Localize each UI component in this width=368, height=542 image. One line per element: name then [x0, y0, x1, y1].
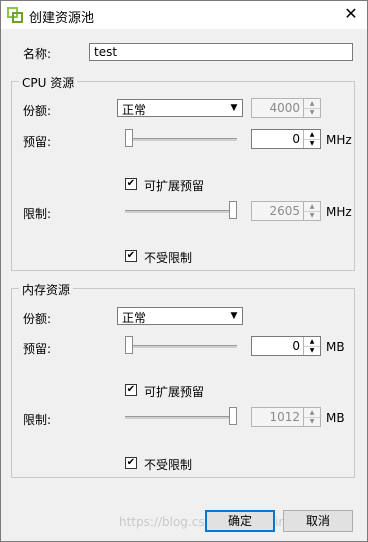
memory-reservation-unit: MB — [326, 340, 345, 354]
cpu-unlimited-checkbox[interactable]: ✔ — [125, 250, 137, 262]
memory-limit-spin: 1012 ▲ ▼ — [251, 407, 321, 427]
cpu-reservation-spin[interactable]: 0 ▲ ▼ — [251, 129, 321, 149]
slider-thumb — [229, 407, 237, 425]
memory-expandable-label: 可扩展预留 — [144, 385, 205, 399]
cpu-unlimited-label: 不受限制 — [144, 251, 193, 265]
memory-reservation-slider[interactable] — [125, 336, 237, 356]
cpu-limit-unit: MHz — [326, 205, 352, 219]
chevron-down-icon: ▼ — [230, 311, 238, 321]
cpu-shares-value: 正常 — [122, 103, 147, 117]
memory-limit-unit: MB — [326, 411, 345, 425]
slider-thumb — [229, 201, 237, 219]
memory-shares-value: 正常 — [122, 311, 147, 325]
name-input[interactable]: test — [89, 43, 353, 61]
spin-down-icon: ▼ — [309, 212, 315, 219]
slider-track — [125, 210, 237, 213]
cancel-button[interactable]: 取消 — [283, 510, 353, 532]
ok-button[interactable]: 确定 — [205, 510, 275, 532]
memory-expandable-checkbox[interactable]: ✔ — [125, 384, 137, 396]
memory-reservation-spin[interactable]: 0 ▲ ▼ — [251, 336, 321, 356]
name-label: 名称: — [23, 47, 52, 61]
memory-reservation-label: 预留: — [23, 342, 52, 356]
spin-down-icon: ▼ — [309, 109, 315, 116]
chevron-down-icon: ▼ — [230, 103, 238, 113]
slider-thumb[interactable] — [125, 336, 133, 354]
memory-group-title: 内存资源 — [19, 281, 74, 298]
memory-limit-label: 限制: — [23, 413, 52, 427]
slider-thumb[interactable] — [125, 129, 133, 147]
cpu-limit-slider — [125, 201, 237, 221]
cpu-reservation-slider[interactable] — [125, 129, 237, 149]
cpu-expandable-checkbox[interactable]: ✔ — [125, 178, 137, 190]
cpu-reservation-label: 预留: — [23, 135, 52, 149]
window-title: 创建资源池 — [29, 11, 95, 26]
cpu-group-title: CPU 资源 — [19, 74, 78, 91]
memory-shares-select[interactable]: 正常 ▼ — [117, 307, 243, 325]
memory-unlimited-checkbox[interactable]: ✔ — [125, 457, 137, 469]
memory-limit-value: 1012 — [269, 410, 300, 424]
vmware-logo-icon — [7, 7, 23, 23]
title-bar[interactable]: 创建资源池 ✕ — [1, 1, 367, 29]
cpu-expandable-label: 可扩展预留 — [144, 179, 205, 193]
slider-track — [125, 345, 237, 348]
memory-reservation-value: 0 — [292, 339, 300, 353]
dialog-window: 创建资源池 ✕ 名称: test CPU 资源 份额: 正常 ▼ 4000 ▲ ▼… — [0, 0, 368, 542]
spin-down-icon[interactable]: ▼ — [304, 139, 320, 148]
slider-track — [125, 416, 237, 419]
cpu-reservation-unit: MHz — [326, 133, 352, 147]
memory-shares-label: 份额: — [23, 312, 52, 326]
memory-unlimited-label: 不受限制 — [144, 458, 193, 472]
cpu-shares-label: 份额: — [23, 104, 52, 118]
memory-limit-slider — [125, 407, 237, 427]
cpu-shares-spin: 4000 ▲ ▼ — [251, 98, 321, 118]
cpu-shares-spin-value: 4000 — [269, 101, 300, 115]
cpu-limit-value: 2605 — [269, 204, 300, 218]
spin-down-icon[interactable]: ▼ — [304, 346, 320, 355]
cpu-limit-label: 限制: — [23, 207, 52, 221]
close-icon: ✕ — [344, 4, 358, 23]
cpu-limit-spin: 2605 ▲ ▼ — [251, 201, 321, 221]
cpu-reservation-value: 0 — [292, 132, 300, 146]
cpu-shares-select[interactable]: 正常 ▼ — [117, 99, 243, 117]
close-button[interactable]: ✕ — [341, 4, 361, 24]
slider-track — [125, 138, 237, 141]
spin-down-icon: ▼ — [309, 418, 315, 425]
